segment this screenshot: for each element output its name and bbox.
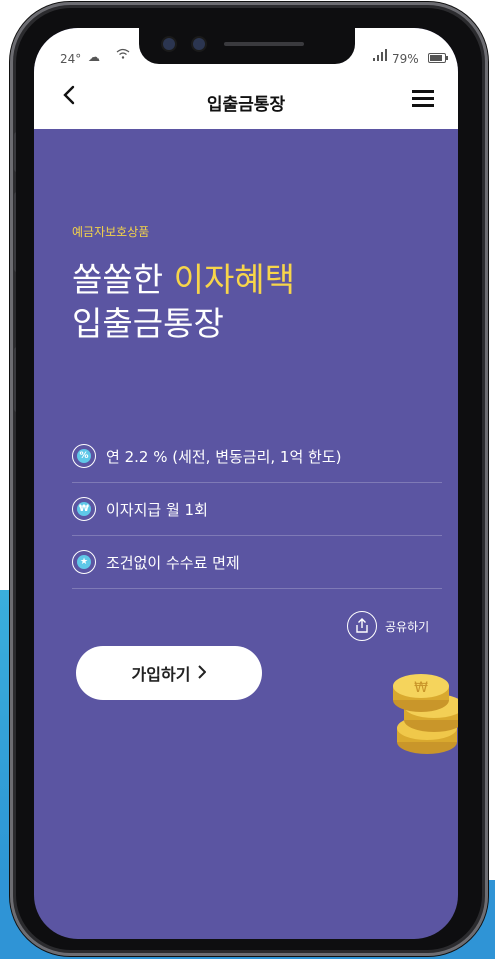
- hero-headline: 쏠쏠한 이자혜택 입출금통장: [72, 258, 295, 346]
- join-label: 가입하기: [131, 665, 191, 684]
- join-button[interactable]: 가입하기: [76, 646, 262, 700]
- won-icon: ₩: [72, 497, 96, 521]
- battery-icon: [428, 52, 448, 66]
- share-icon: [347, 611, 377, 641]
- camera-notch: [139, 28, 355, 64]
- headline-highlight: 이자혜택: [173, 260, 296, 299]
- feature-item-fee-waiver: ★ 조건없이 수수료 면제: [72, 536, 442, 589]
- front-sensor: [193, 38, 205, 50]
- coins-illustration: ₩ ₩: [393, 674, 458, 754]
- battery-percent: 79%: [392, 52, 419, 66]
- deposit-protection-label: 예금자보호상품: [72, 225, 150, 239]
- signal-icon: [372, 49, 388, 64]
- front-camera: [163, 38, 175, 50]
- top-bar: 24° ☁ 79% 입출금통장: [34, 28, 458, 129]
- app-screen: 24° ☁ 79% 입출금통장 예금자보호상품 쏠쏠한 이자혜택 입출금통장 %…: [34, 28, 458, 939]
- percent-icon: %: [72, 444, 96, 468]
- coin-stack: ₩ ₩: [393, 674, 458, 754]
- share-button[interactable]: 공유하기: [347, 611, 429, 641]
- feature-text: 조건없이 수수료 면제: [106, 553, 240, 572]
- status-temperature: 24°: [60, 52, 82, 66]
- page-title: 입출금통장: [206, 95, 286, 115]
- hamburger-menu-button[interactable]: [412, 90, 434, 107]
- cloud-icon: ☁: [88, 50, 100, 64]
- share-label: 공유하기: [385, 619, 430, 634]
- wifi-icon: [116, 48, 130, 63]
- chevron-right-icon: [198, 664, 207, 683]
- headline-prefix: 쏠쏠한: [72, 260, 174, 299]
- feature-text: 이자지급 월 1회: [106, 500, 208, 519]
- feature-text: 연 2.2 % (세전, 변동금리, 1억 한도): [106, 447, 342, 466]
- feature-item-interest-payment: ₩ 이자지급 월 1회: [72, 483, 442, 536]
- svg-text:₩: ₩: [414, 680, 428, 696]
- feature-list: % 연 2.2 % (세전, 변동금리, 1억 한도) ₩ 이자지급 월 1회 …: [72, 430, 442, 589]
- headline-line2: 입출금통장: [72, 304, 224, 343]
- star-icon: ★: [72, 550, 96, 574]
- feature-item-interest-rate: % 연 2.2 % (세전, 변동금리, 1억 한도): [72, 430, 442, 483]
- earpiece-speaker: [224, 42, 304, 46]
